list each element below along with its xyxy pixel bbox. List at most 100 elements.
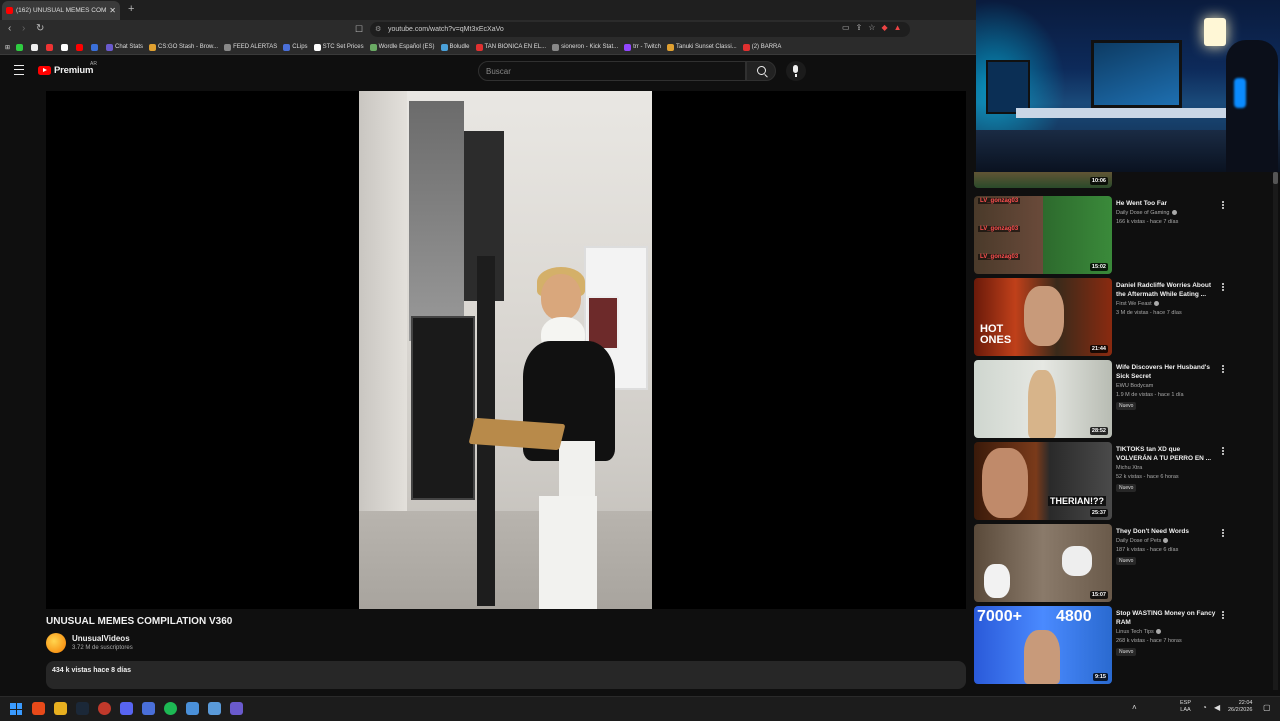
bookmark-icon-a[interactable] <box>61 43 70 51</box>
language-indicator[interactable]: ESP LAA <box>1180 700 1191 714</box>
new-tab-button[interactable]: + <box>128 3 134 15</box>
overlay-username: LV_gonzag03 <box>978 226 1021 232</box>
recommendation-title[interactable]: Wife Discovers Her Husband's Sick Secret <box>1116 364 1216 381</box>
bookmark-star-icon[interactable]: ☐ <box>355 24 363 35</box>
bookmark-item[interactable]: CLips <box>283 43 308 51</box>
bookmark-label: Boludle <box>449 44 470 50</box>
recommendations-sidebar: 10:06 LV_gonzag03 LV_gonzag03 LV_gonzag0… <box>970 172 1280 692</box>
youtube-premium-logo[interactable]: Premium AR <box>38 61 97 76</box>
video-thumbnail[interactable]: 28:52 <box>974 360 1112 438</box>
video-player[interactable] <box>46 91 966 609</box>
extension-shield-icon[interactable]: ◆ <box>881 23 887 32</box>
recommendation-channel[interactable]: EWU Bodycam <box>1116 383 1153 389</box>
show-hidden-icons-icon[interactable]: ˄ <box>1132 703 1137 712</box>
recommendation-item[interactable]: 15:07 They Don't Need Words Daily Dose o… <box>974 524 1274 604</box>
bookmark-item[interactable]: (2) BARRA <box>742 43 781 51</box>
more-options-icon[interactable] <box>1222 283 1224 285</box>
brave-browser-icon[interactable] <box>32 702 45 715</box>
close-tab-icon[interactable]: ✕ <box>109 6 116 15</box>
discord-icon[interactable] <box>120 702 133 715</box>
video-thumbnail[interactable]: LV_gonzag03 LV_gonzag03 LV_gonzag03 15:0… <box>974 196 1112 274</box>
recommendation-title[interactable]: TIKTOKS tan XD que VOLVERÁN A TU PERRO E… <box>1116 446 1216 463</box>
recommendation-channel[interactable]: Michu Xtra <box>1116 465 1142 471</box>
recommendation-item[interactable]: HOT ONES 21:44 Daniel Radcliffe Worries … <box>974 278 1274 358</box>
recommendation-item[interactable]: 10:06 <box>974 172 1274 190</box>
bookmark-icon-diamond[interactable] <box>31 43 40 51</box>
recommendation-item[interactable]: THERIAN!?? 25:37 TIKTOKS tan XD que VOLV… <box>974 442 1274 522</box>
notifications-icon[interactable]: ▢ <box>1263 703 1271 712</box>
recommendation-channel[interactable]: Linus Tech Tips <box>1116 629 1161 635</box>
verified-icon <box>1155 629 1161 635</box>
back-icon[interactable]: ‹ <box>8 23 11 34</box>
bookmark-icon-youtube[interactable] <box>76 43 85 51</box>
recommendation-title[interactable]: He Went Too Far <box>1116 200 1216 209</box>
video-thumbnail[interactable]: HOT ONES 21:44 <box>974 278 1112 356</box>
voice-search-mic-icon[interactable] <box>786 61 806 81</box>
video-thumbnail[interactable]: 7000+ 4800 9:15 <box>974 606 1112 684</box>
more-options-icon[interactable] <box>1222 201 1224 203</box>
bookmark-item[interactable]: Tanuki Sunset Classi... <box>667 43 737 51</box>
bookmark-favicon-icon <box>149 43 157 51</box>
network-app-icon[interactable] <box>208 702 221 715</box>
scrollbar-thumb[interactable] <box>1273 172 1278 184</box>
recommendation-channel[interactable]: Daily Dose of Gaming <box>1116 210 1177 216</box>
bookmark-item[interactable]: STC Set Prices <box>313 43 364 51</box>
recommendation-channel[interactable]: Daily Dose of Pets <box>1116 538 1169 544</box>
recommendation-title[interactable]: Daniel Radcliffe Worries About the After… <box>1116 282 1216 299</box>
recommendation-item[interactable]: LV_gonzag03 LV_gonzag03 LV_gonzag03 15:0… <box>974 196 1274 276</box>
active-tab[interactable]: (162) UNUSUAL MEMES COM ✕ <box>2 1 120 20</box>
more-options-icon[interactable] <box>1222 529 1224 531</box>
search-input[interactable]: Buscar <box>478 61 746 81</box>
more-options-icon[interactable] <box>1222 611 1224 613</box>
chrome-icon[interactable] <box>98 702 111 715</box>
recommendation-title[interactable]: They Don't Need Words <box>1116 528 1216 537</box>
address-bar[interactable]: ⚙ youtube.com/watch?v=qMt3xEcXaVo <box>370 22 910 37</box>
extension-alert-icon[interactable]: ▲ <box>894 23 902 32</box>
bookmark-icon-green[interactable] <box>16 43 25 51</box>
app-window-icon[interactable] <box>142 702 155 715</box>
bookmark-icon[interactable]: ☆ <box>868 23 875 32</box>
clock[interactable]: 22:04 26/2/2026 <box>1228 700 1252 714</box>
thumbnail-person <box>1024 630 1060 684</box>
bookmark-item[interactable]: Chat Stats <box>106 43 143 51</box>
spotify-icon[interactable] <box>164 702 177 715</box>
bookmark-item[interactable]: Boludle <box>440 43 470 51</box>
recommendation-item[interactable]: 28:52 Wife Discovers Her Husband's Sick … <box>974 360 1274 440</box>
chat-app-icon[interactable] <box>230 702 243 715</box>
site-info-icon[interactable]: ⚙ <box>375 25 381 33</box>
steam-icon[interactable] <box>76 702 89 715</box>
channel-avatar[interactable] <box>46 633 66 653</box>
bookmark-icon-blue[interactable] <box>91 43 100 51</box>
reload-icon[interactable]: ↻ <box>36 23 44 34</box>
video-thumbnail[interactable]: 10:06 <box>974 172 1112 188</box>
apps-icon[interactable]: ⊞ <box>5 44 10 51</box>
recommendation-title[interactable]: Stop WASTING Money on Fancy RAM <box>1116 610 1216 627</box>
youtube-favicon-icon <box>6 7 13 14</box>
channel-name[interactable]: UnusualVideos <box>72 634 130 643</box>
file-explorer-icon[interactable] <box>54 702 67 715</box>
sidebar-scrollbar[interactable] <box>1273 172 1278 690</box>
recommendation-channel[interactable]: First We Feast <box>1116 301 1159 307</box>
start-button-icon[interactable] <box>10 703 22 715</box>
video-thumbnail[interactable]: THERIAN!?? 25:37 <box>974 442 1112 520</box>
settings-gear-icon[interactable] <box>186 702 199 715</box>
bookmark-item[interactable]: TAN BIONICA EN EL... <box>475 43 546 51</box>
share-icon[interactable]: ⇪ <box>856 23 863 32</box>
wifi-icon[interactable]: ◔ <box>1202 703 1207 712</box>
bookmark-item[interactable]: sioneron - Kick Stat... <box>552 43 618 51</box>
more-options-icon[interactable] <box>1222 365 1224 367</box>
description-box[interactable]: 434 k vistas hace 8 días <box>46 661 966 689</box>
bookmark-item[interactable]: Wordle Español (ES) <box>369 43 435 51</box>
volume-icon[interactable]: ◀ <box>1214 703 1220 712</box>
search-button[interactable] <box>746 61 776 81</box>
recommendation-item[interactable]: 7000+ 4800 9:15 Stop WASTING Money on Fa… <box>974 606 1274 686</box>
bookmark-item[interactable]: CS:GO Stash - Brow... <box>149 43 218 51</box>
bookmark-item[interactable]: trr - Twitch <box>624 43 661 51</box>
hamburger-menu-icon[interactable] <box>14 65 24 75</box>
cast-icon[interactable]: ▭ <box>842 23 850 32</box>
bookmark-icon-red[interactable] <box>46 43 55 51</box>
more-options-icon[interactable] <box>1222 447 1224 449</box>
forward-icon[interactable]: › <box>22 23 25 34</box>
video-thumbnail[interactable]: 15:07 <box>974 524 1112 602</box>
bookmark-item[interactable]: FEED ALERTAS <box>224 43 277 51</box>
